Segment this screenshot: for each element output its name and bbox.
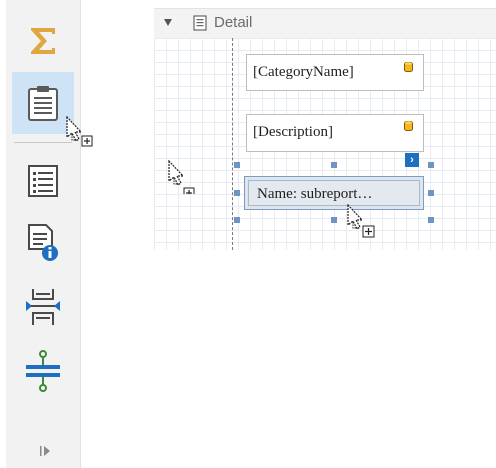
drag-copy-cursor-icon [66, 116, 93, 147]
resize-handle[interactable] [428, 162, 434, 168]
resize-handle[interactable] [428, 217, 434, 223]
margin-line [232, 38, 233, 250]
resize-handle[interactable] [234, 190, 240, 196]
subreport-control[interactable]: Name: subreport… [244, 176, 424, 210]
resize-handle[interactable] [428, 190, 434, 196]
database-icon [404, 121, 413, 131]
category-name-text: [CategoryName] [253, 64, 354, 80]
expand-arrow-icon[interactable] [39, 444, 51, 458]
line-divider-icon [26, 350, 60, 392]
table-of-contents-tool[interactable] [12, 150, 74, 212]
document-list-icon [28, 165, 58, 197]
cross-band-line-tool[interactable] [12, 340, 74, 402]
resize-handle[interactable] [331, 217, 337, 223]
summary-tool[interactable] [12, 10, 74, 72]
detail-band-header[interactable]: Detail [154, 8, 496, 39]
resize-handle[interactable] [331, 162, 337, 168]
resize-handle[interactable] [234, 162, 240, 168]
description-label[interactable]: [Description] [246, 114, 424, 152]
report-info-tool[interactable] [12, 212, 74, 274]
document-info-icon [28, 224, 58, 261]
band-title: Detail [214, 14, 253, 31]
drag-copy-cursor-icon [168, 160, 195, 194]
page-break-tool[interactable] [12, 276, 74, 338]
band-icon [193, 15, 207, 31]
page-break-icon [26, 289, 60, 325]
category-name-label[interactable]: [CategoryName] [246, 54, 424, 91]
resize-handle[interactable] [234, 217, 240, 223]
clipboard-icon [28, 86, 58, 121]
database-icon [404, 62, 413, 72]
subreport-text: Name: subreport… [248, 180, 420, 206]
sigma-icon [31, 28, 55, 54]
smart-tag-button[interactable]: › [405, 153, 419, 167]
collapse-arrow-icon[interactable] [164, 19, 172, 26]
drag-copy-cursor-icon [347, 204, 375, 238]
description-text: [Description] [253, 124, 333, 140]
toolbox-panel [6, 0, 81, 468]
